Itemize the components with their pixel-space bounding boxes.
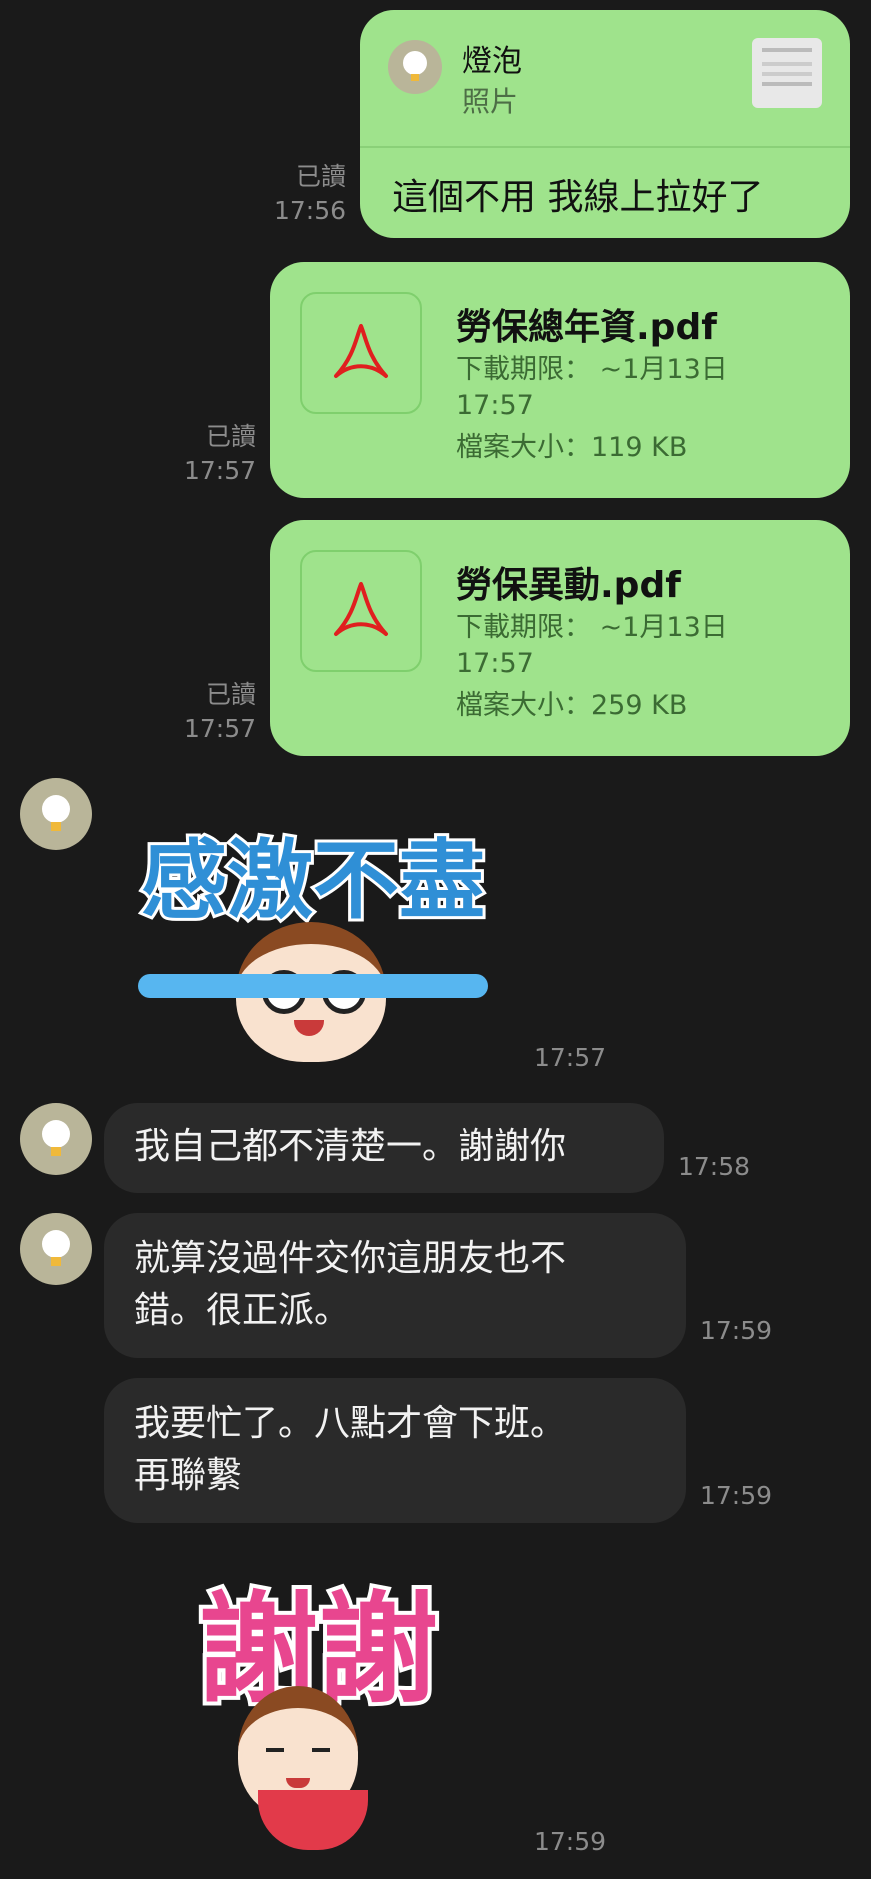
download-expiry-label: 下載期限： (456, 612, 591, 643)
download-expiry-time: 17:57 (456, 390, 534, 421)
reply-text: 這個不用 我線上拉好了 (392, 177, 764, 218)
message-time: 17:59 (700, 1316, 773, 1345)
file-name: 勞保異動.pdf (456, 565, 681, 606)
file-meta: 已讀 17:57 (150, 420, 256, 488)
lightbulb-icon (42, 1230, 70, 1266)
reply-sender-name: 燈泡 (462, 44, 522, 79)
contact-avatar[interactable] (20, 1213, 92, 1285)
message-line: 我要忙了。八點才會下班。 (134, 1403, 567, 1444)
message-time: 17:57 (183, 714, 256, 743)
message-text: 我自己都不清楚一。謝謝你 (134, 1126, 567, 1167)
reply-message-bubble[interactable]: 燈泡 照片 這個不用 我線上拉好了 (360, 10, 850, 238)
file-message-bubble[interactable]: 勞保異動.pdf 下載期限： ~1月13日 17:57 檔案大小：259 KB (270, 520, 850, 756)
sticker-xiexie[interactable]: 謝謝 (118, 1552, 518, 1862)
message-time: 17:59 (700, 1481, 773, 1510)
pdf-icon (334, 324, 388, 378)
read-status: 已讀 (205, 680, 256, 709)
read-status: 已讀 (295, 162, 346, 191)
message-time: 17:56 (273, 196, 346, 225)
message-line: 再聯繫 (134, 1455, 243, 1496)
download-expiry: 下載期限： ~1月13日 (456, 610, 728, 646)
reply-type-label: 照片 (462, 85, 519, 118)
reply-meta: 已讀 17:56 (240, 160, 346, 228)
incoming-message-bubble[interactable]: 就算沒過件交你這朋友也不 錯。很正派。 (104, 1213, 686, 1358)
sticker-gankui-bujin[interactable]: 感激不盡 (118, 790, 508, 1062)
message-text: 就算沒過件交你這朋友也不 錯。很正派。 (134, 1233, 566, 1337)
download-expiry-value: ~1月13日 (599, 612, 728, 643)
message-time: 17:57 (534, 1043, 607, 1072)
download-expiry-time: 17:57 (456, 648, 534, 679)
photo-thumbnail[interactable] (752, 38, 822, 108)
lightbulb-icon (403, 51, 427, 81)
message-line: 錯。很正派。 (134, 1290, 351, 1331)
message-time: 17:59 (534, 1827, 607, 1856)
download-expiry: 下載期限： ~1月13日 (456, 352, 728, 388)
file-name: 勞保總年資.pdf (456, 307, 717, 348)
contact-avatar[interactable] (20, 1103, 92, 1175)
read-status: 已讀 (205, 422, 256, 451)
incoming-message-bubble[interactable]: 我自己都不清楚一。謝謝你 (104, 1103, 664, 1193)
message-line: 就算沒過件交你這朋友也不 (134, 1238, 567, 1279)
pdf-icon (334, 582, 388, 636)
pdf-file-card (300, 550, 422, 672)
file-meta: 已讀 17:57 (150, 678, 256, 746)
pdf-file-card (300, 292, 422, 414)
lightbulb-icon (42, 1120, 70, 1156)
file-message-bubble[interactable]: 勞保總年資.pdf 下載期限： ~1月13日 17:57 檔案大小：119 KB (270, 262, 850, 498)
download-expiry-value: ~1月13日 (599, 354, 728, 385)
sticker-skirt (258, 1790, 368, 1850)
message-text: 我要忙了。八點才會下班。 再聯繫 (134, 1398, 566, 1502)
lightbulb-icon (42, 795, 70, 831)
file-size: 檔案大小：119 KB (456, 432, 688, 463)
incoming-message-bubble[interactable]: 我要忙了。八點才會下班。 再聯繫 (104, 1378, 686, 1523)
reply-sender-avatar (388, 40, 442, 94)
message-time: 17:58 (678, 1152, 751, 1181)
sticker-text: 感激不盡 (138, 828, 488, 934)
download-expiry-label: 下載期限： (456, 354, 591, 385)
message-time: 17:57 (183, 456, 256, 485)
contact-avatar[interactable] (20, 778, 92, 850)
reply-divider (360, 146, 850, 148)
sticker-tears (138, 974, 488, 998)
file-size: 檔案大小：259 KB (456, 690, 688, 721)
